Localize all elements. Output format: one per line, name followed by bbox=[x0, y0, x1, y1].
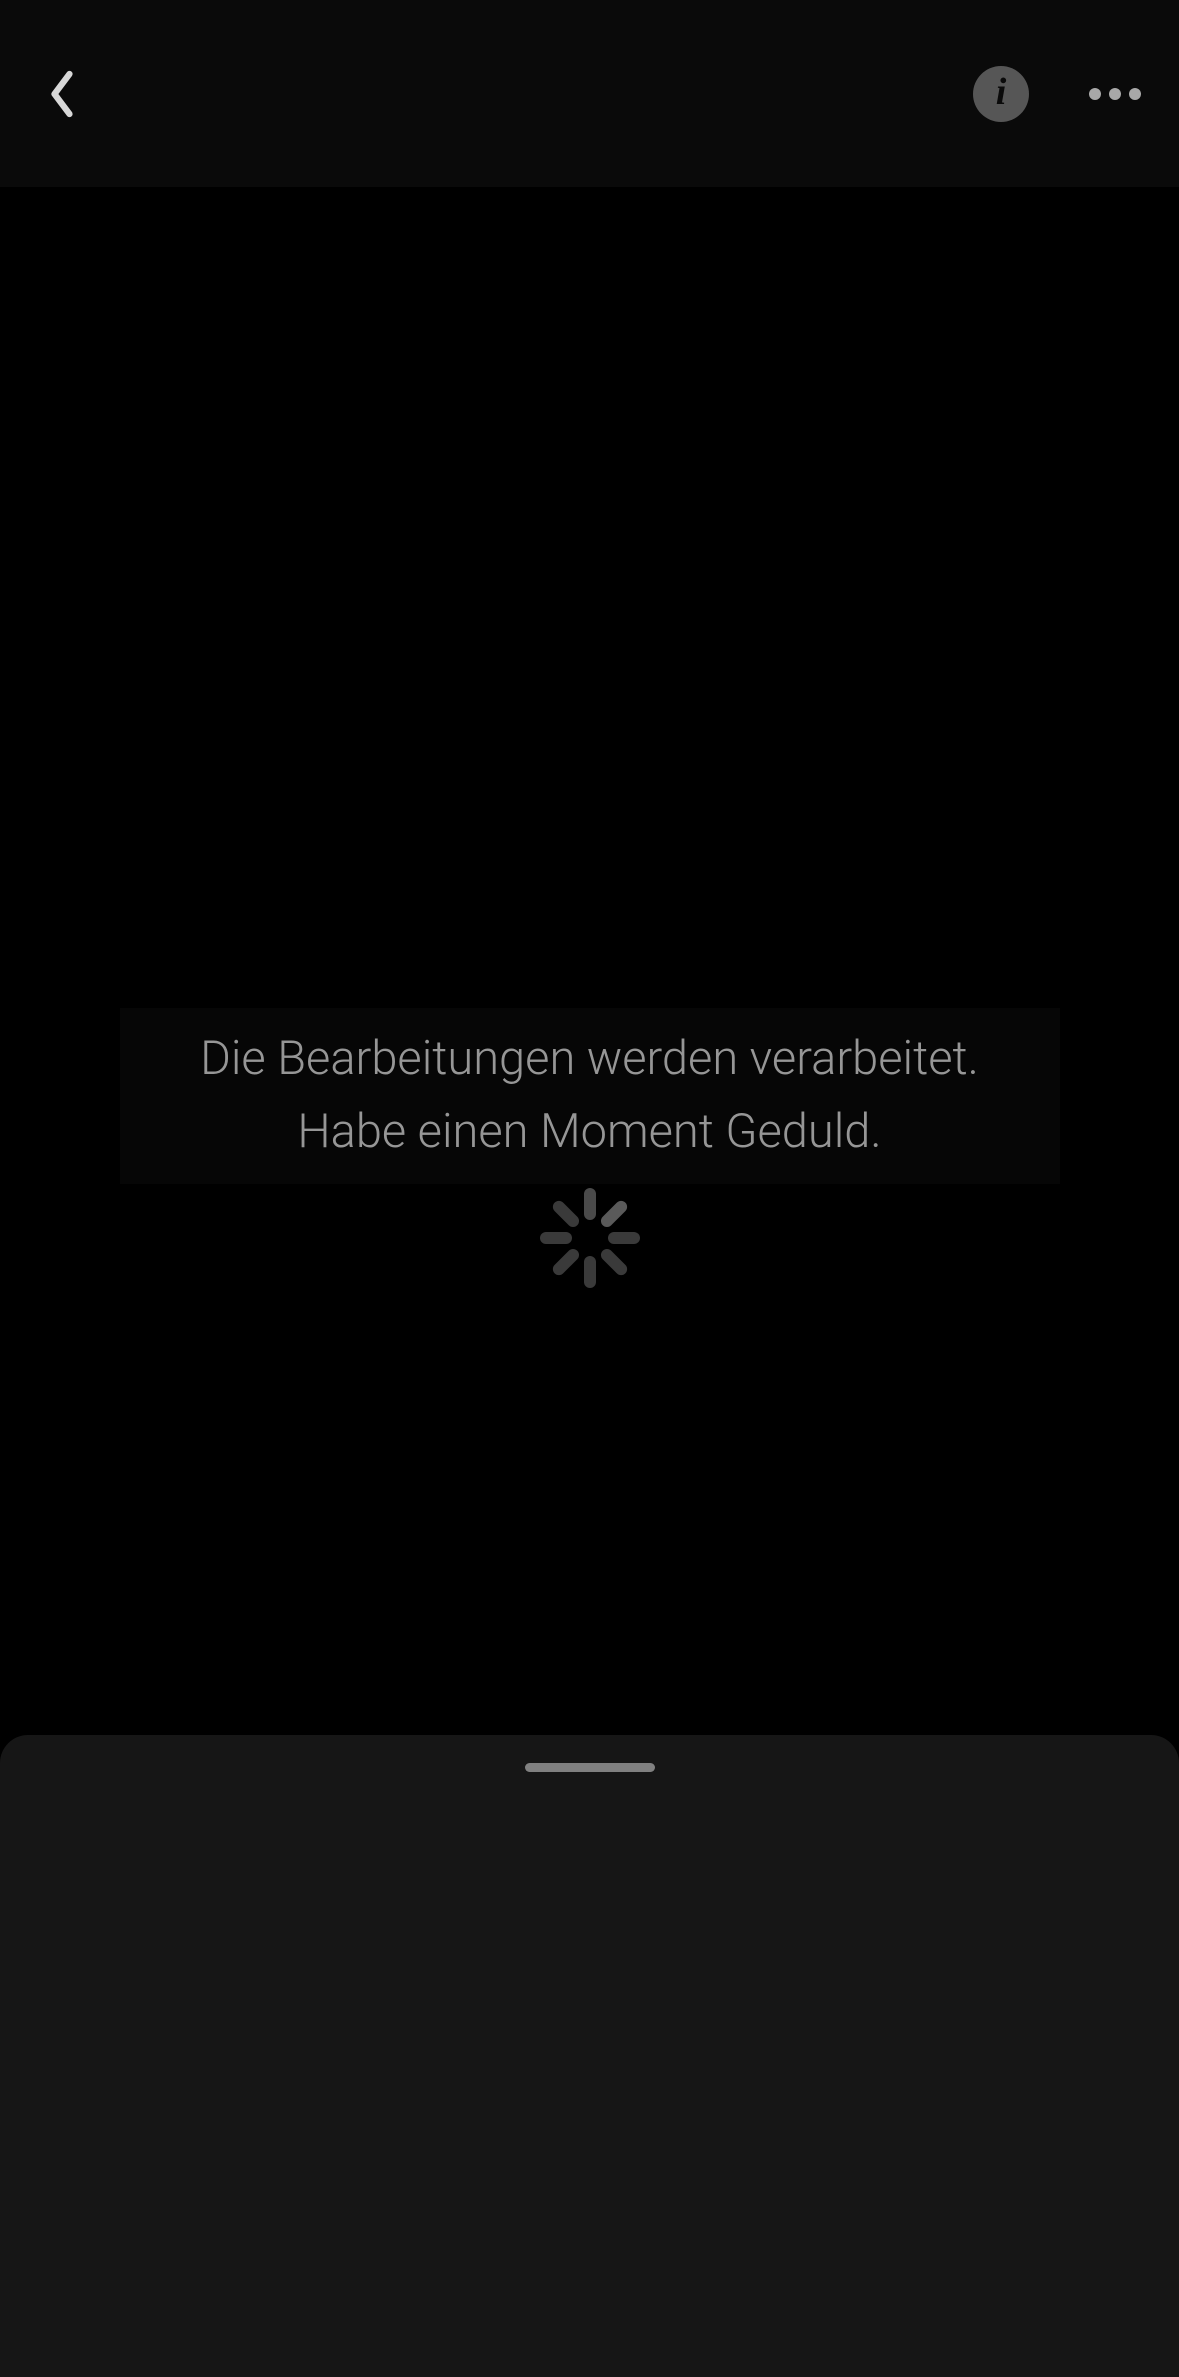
processing-message: Die Bearbeitungen werden verarbeitet. Ha… bbox=[120, 1008, 1060, 1184]
more-options-button[interactable] bbox=[1089, 88, 1141, 100]
ellipsis-icon bbox=[1089, 88, 1101, 100]
drag-handle[interactable] bbox=[525, 1763, 655, 1772]
header-bar: i bbox=[0, 0, 1179, 187]
bottom-panel[interactable] bbox=[0, 1735, 1179, 2377]
loading-spinner bbox=[540, 1188, 640, 1288]
ellipsis-icon bbox=[1129, 88, 1141, 100]
chevron-left-icon bbox=[46, 69, 78, 119]
processing-text-line-2: Habe einen Moment Geduld. bbox=[120, 1096, 1060, 1169]
header-right: i bbox=[973, 66, 1141, 122]
processing-text-line-1: Die Bearbeitungen werden verarbeitet. bbox=[120, 1023, 1060, 1096]
info-icon: i bbox=[996, 73, 1007, 111]
ellipsis-icon bbox=[1109, 88, 1121, 100]
back-button[interactable] bbox=[38, 70, 86, 118]
info-button[interactable]: i bbox=[973, 66, 1029, 122]
header-left bbox=[38, 70, 86, 118]
spinner-icon bbox=[540, 1188, 640, 1288]
